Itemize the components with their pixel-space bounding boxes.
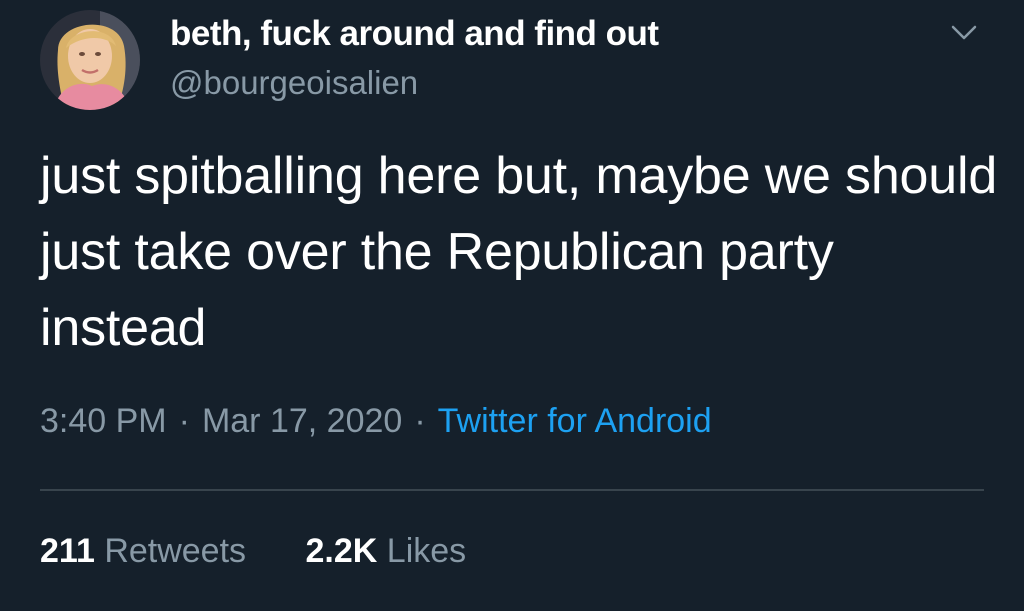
retweets-count: 211 <box>40 532 95 570</box>
meta-separator: · <box>414 402 426 440</box>
tweet-meta: 3:40 PM · Mar 17, 2020 · Twitter for Android <box>40 402 712 441</box>
avatar-image <box>40 10 140 110</box>
author-display-name[interactable]: beth, fuck around and find out <box>170 14 659 54</box>
retweets-stat[interactable]: 211 Retweets <box>40 532 246 571</box>
chevron-down-icon[interactable] <box>948 18 980 46</box>
avatar[interactable] <box>40 10 140 110</box>
tweet-time: 3:40 PM <box>40 402 167 440</box>
retweets-label: Retweets <box>104 532 247 570</box>
author-handle[interactable]: @bourgeoisalien <box>170 64 418 102</box>
likes-label: Likes <box>386 532 467 570</box>
tweet-card: beth, fuck around and find out @bourgeoi… <box>0 0 1024 611</box>
tweet-stats: 211 Retweets 2.2K Likes <box>40 532 516 571</box>
meta-separator: · <box>178 402 190 440</box>
tweet-date: Mar 17, 2020 <box>201 402 403 440</box>
divider <box>40 489 984 491</box>
tweet-source-link[interactable]: Twitter for Android <box>438 402 712 440</box>
likes-count: 2.2K <box>305 532 378 570</box>
likes-stat[interactable]: 2.2K Likes <box>306 532 467 571</box>
tweet-text: just spitballing here but, maybe we shou… <box>40 147 998 357</box>
